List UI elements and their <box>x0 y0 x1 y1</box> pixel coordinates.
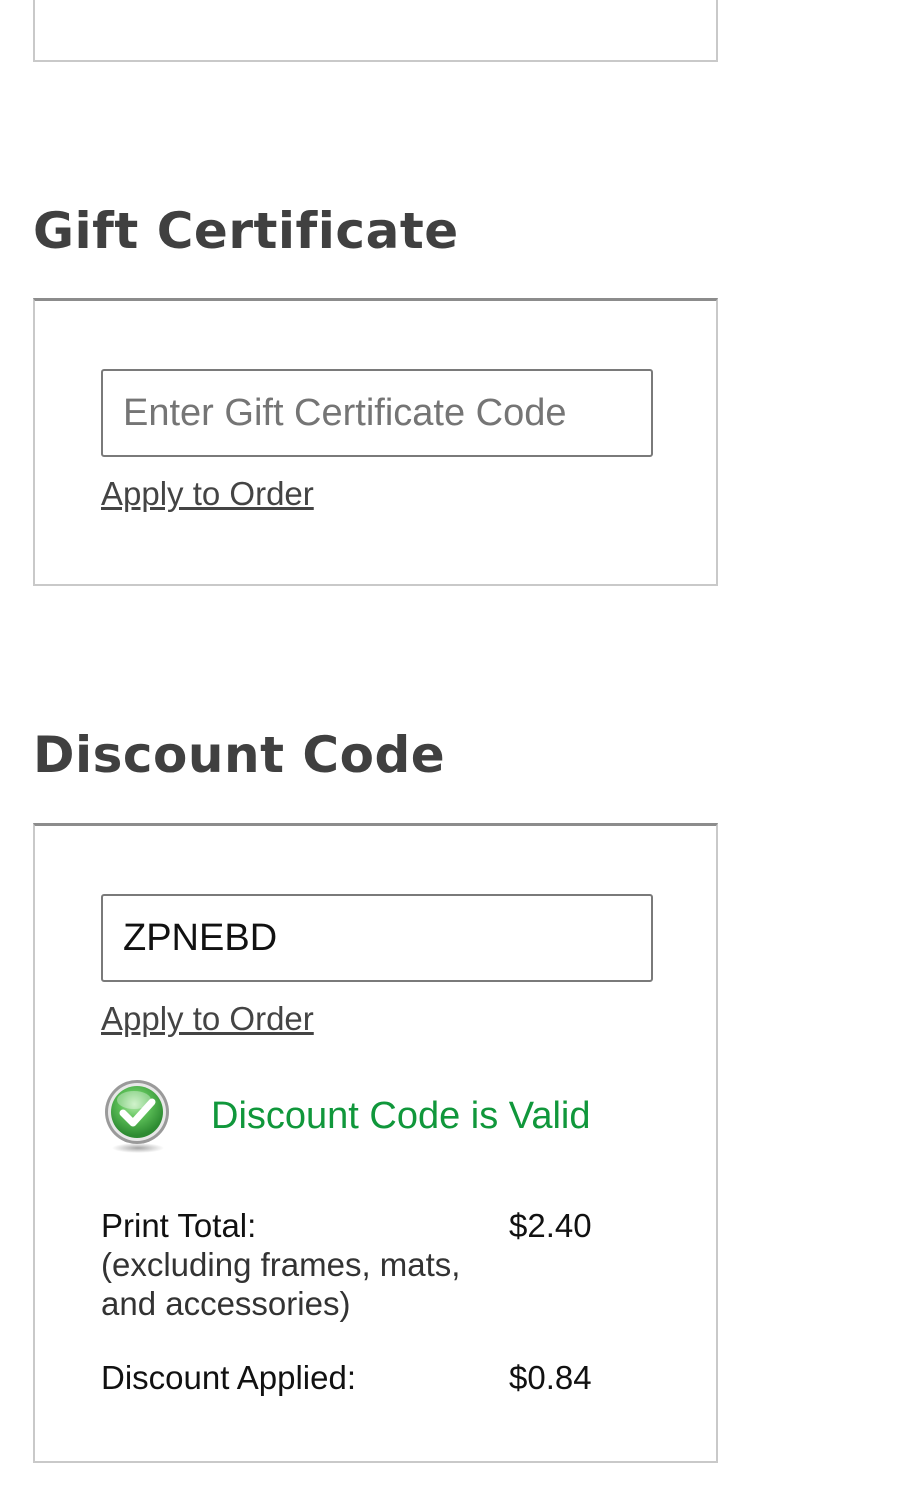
discount-applied-value: $0.84 <box>509 1359 592 1396</box>
discount-code-panel: Apply to Order <box>33 823 718 1463</box>
previous-section-panel <box>33 0 718 62</box>
gift-certificate-apply-link[interactable]: Apply to Order <box>101 475 314 513</box>
print-total-note: (excluding frames, mats, and accessories… <box>101 1246 461 1322</box>
discount-code-title: Discount Code <box>33 726 446 784</box>
gift-certificate-title: Gift Certificate <box>33 202 459 260</box>
gift-certificate-panel: Apply to Order <box>33 298 718 586</box>
discount-applied-label: Discount Applied: <box>101 1359 356 1396</box>
print-total-label: Print Total: <box>101 1207 257 1244</box>
discount-valid-message: Discount Code is Valid <box>211 1094 591 1137</box>
gift-certificate-code-input[interactable] <box>101 369 653 457</box>
discount-code-apply-link[interactable]: Apply to Order <box>101 1000 314 1038</box>
check-circle-icon <box>101 1076 173 1156</box>
discount-code-input[interactable] <box>101 894 653 982</box>
discount-status-row: Discount Code is Valid <box>101 1076 590 1156</box>
print-total-value: $2.40 <box>509 1207 592 1244</box>
